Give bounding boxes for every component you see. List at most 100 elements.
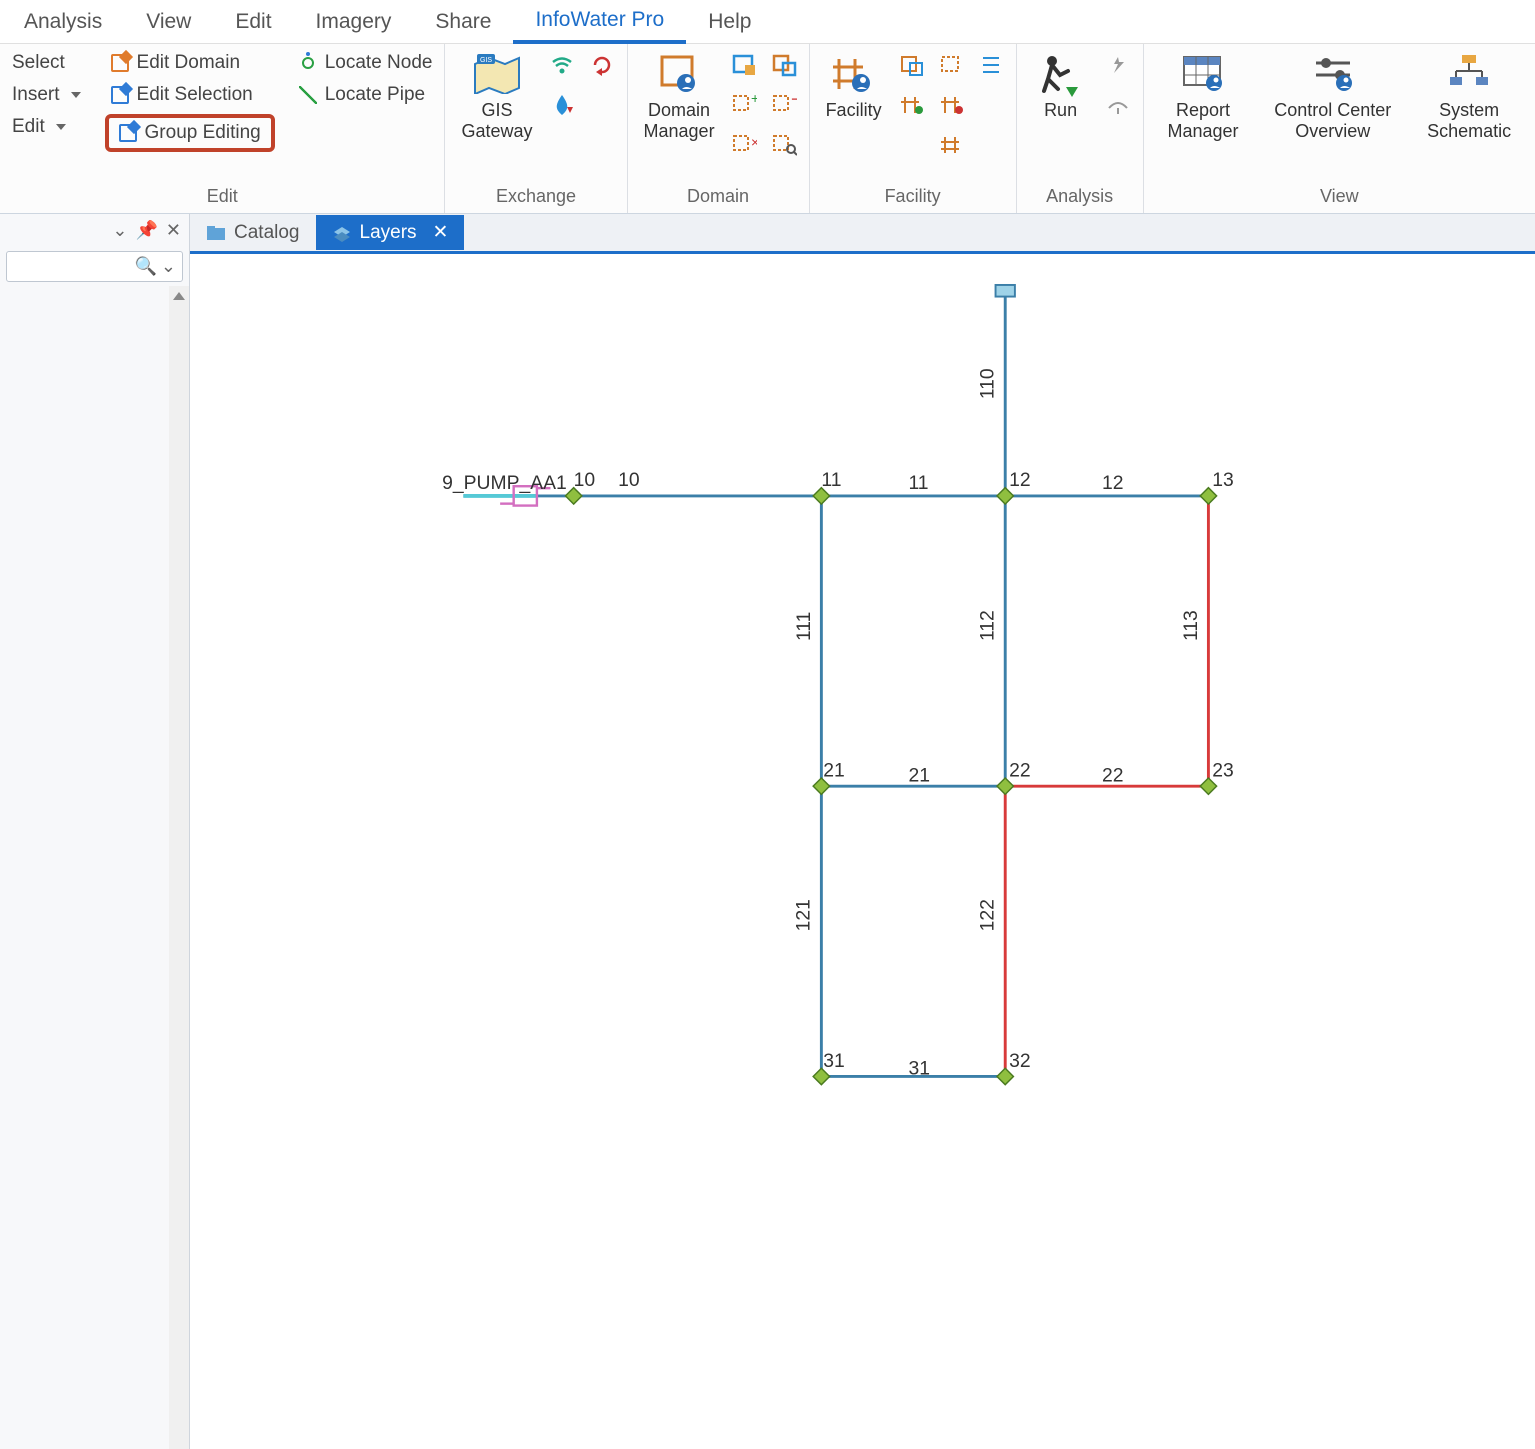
tab-close-icon[interactable]: ✕ [433, 221, 449, 244]
node-32: 32 [1009, 1050, 1031, 1072]
svg-text:−: − [791, 93, 797, 109]
tab-analysis[interactable]: Analysis [2, 2, 124, 42]
run-tool-1[interactable] [1103, 50, 1133, 80]
caret-icon [56, 124, 66, 130]
node-13: 13 [1212, 469, 1234, 491]
sliders-icon [1305, 50, 1361, 98]
pipe-11: 11 [908, 472, 928, 494]
domain-icon [651, 50, 707, 98]
run-icon [1033, 50, 1089, 98]
facility-tool-3[interactable] [976, 50, 1006, 80]
report-manager-button[interactable]: Report Manager [1157, 50, 1248, 141]
facility-tool-6[interactable] [936, 130, 966, 160]
system-schematic-button[interactable]: System Schematic [1417, 50, 1521, 141]
svg-text:GIS: GIS [480, 57, 492, 64]
select-rect-icon[interactable] [729, 50, 759, 80]
node-11: 11 [821, 469, 841, 491]
select-plus-icon[interactable]: + [729, 90, 759, 120]
pipe-122: 122 [977, 899, 999, 931]
pipe-10: 10 [618, 469, 640, 491]
pipe-112: 112 [977, 610, 999, 641]
scroll-up-icon[interactable] [173, 292, 185, 300]
select-button[interactable]: Select [6, 50, 87, 76]
locate-node-icon [299, 54, 317, 72]
sync-icon[interactable] [587, 50, 617, 80]
facility-icon [826, 50, 882, 98]
run-button[interactable]: Run [1023, 50, 1099, 121]
control-center-button[interactable]: Control Center Overview [1264, 50, 1401, 141]
panel-close-icon[interactable]: ✕ [166, 220, 181, 241]
group-label-domain: Domain [628, 182, 809, 213]
node-31: 31 [823, 1050, 845, 1072]
folder-icon [206, 225, 226, 241]
locate-pipe-icon [299, 86, 317, 104]
tab-catalog[interactable]: Catalog [190, 216, 316, 250]
pipe-113: 113 [1180, 610, 1202, 641]
group-label-facility: Facility [810, 182, 1016, 213]
edit-domain-button[interactable]: Edit Domain [105, 50, 275, 76]
tab-view[interactable]: View [124, 2, 213, 42]
pencil-icon [111, 54, 129, 72]
caret-icon [71, 92, 81, 98]
tab-infowater-pro[interactable]: InfoWater Pro [513, 0, 686, 44]
node-23: 23 [1212, 760, 1234, 782]
panel-pin-icon[interactable]: 📌 [135, 220, 157, 241]
drop-icon[interactable] [547, 90, 577, 120]
pipe-31: 31 [908, 1058, 930, 1080]
domain-manager-button[interactable]: Domain Manager [634, 50, 725, 141]
node-12: 12 [1009, 469, 1031, 491]
svg-text:×: × [751, 134, 757, 150]
locate-node-button[interactable]: Locate Node [293, 50, 439, 76]
layers-icon [332, 225, 352, 241]
edit-selection-button[interactable]: Edit Selection [105, 82, 275, 108]
panel-dropdown-icon[interactable]: ⌄ [112, 220, 127, 241]
select-clear-icon[interactable]: × [729, 130, 759, 160]
tab-edit[interactable]: Edit [213, 2, 293, 42]
pipe-111: 111 [793, 612, 815, 641]
tab-share[interactable]: Share [413, 2, 513, 42]
group-editing-button[interactable]: Group Editing [105, 114, 275, 152]
facility-tool-4[interactable] [896, 90, 926, 120]
search-input[interactable] [13, 257, 134, 277]
group-label-exchange: Exchange [445, 182, 626, 213]
ribbon: Select Insert Edit Edit Domain Edit Sele… [0, 44, 1535, 214]
facility-tool-1[interactable] [896, 50, 926, 80]
select-frame-icon[interactable] [769, 50, 799, 80]
tab-imagery[interactable]: Imagery [294, 2, 414, 42]
map-canvas[interactable]: 9_PUMP_AA1 10 10 11 11 12 12 13 110 111 … [190, 254, 1535, 1449]
edit-button[interactable]: Edit [6, 114, 87, 140]
select-zoom-icon[interactable] [769, 130, 799, 160]
tab-layers[interactable]: Layers ✕ [316, 215, 465, 250]
node-10a: 10 [574, 469, 596, 491]
group-label-edit: Edit [0, 182, 444, 213]
facility-tool-2[interactable] [936, 50, 966, 80]
pump-label: 9_PUMP_AA1 [442, 472, 567, 494]
locate-pipe-button[interactable]: Locate Pipe [293, 82, 439, 108]
svg-text:+: + [751, 93, 757, 106]
side-panel: ⌄ 📌 ✕ 🔍 ⌄ [0, 214, 190, 1449]
facility-button[interactable]: Facility [816, 50, 892, 121]
insert-button[interactable]: Insert [6, 82, 87, 108]
tank-symbol [996, 285, 1015, 297]
search-box[interactable]: 🔍 ⌄ [6, 251, 183, 282]
pencil-icon [111, 86, 129, 104]
wifi-icon[interactable] [547, 50, 577, 80]
pipe-21: 21 [908, 764, 930, 786]
group-label-view: View [1144, 182, 1535, 213]
run-tool-2[interactable] [1103, 90, 1133, 120]
facility-tool-5[interactable] [936, 90, 966, 120]
search-icon[interactable]: 🔍 [134, 256, 156, 277]
schematic-icon [1441, 50, 1497, 98]
document-tabs: Catalog Layers ✕ [190, 214, 1535, 254]
pipe-121: 121 [793, 899, 815, 931]
table-icon [1175, 50, 1231, 98]
pipe-12: 12 [1102, 472, 1124, 494]
group-label-analysis: Analysis [1017, 182, 1143, 213]
main-menubar: Analysis View Edit Imagery Share InfoWat… [0, 0, 1535, 44]
search-dropdown-icon[interactable]: ⌄ [161, 256, 176, 277]
scrollbar[interactable] [169, 286, 189, 1449]
gis-gateway-button[interactable]: GIS GIS Gateway [451, 50, 542, 141]
node-21: 21 [823, 760, 845, 782]
select-minus-icon[interactable]: − [769, 90, 799, 120]
tab-help[interactable]: Help [686, 2, 773, 42]
